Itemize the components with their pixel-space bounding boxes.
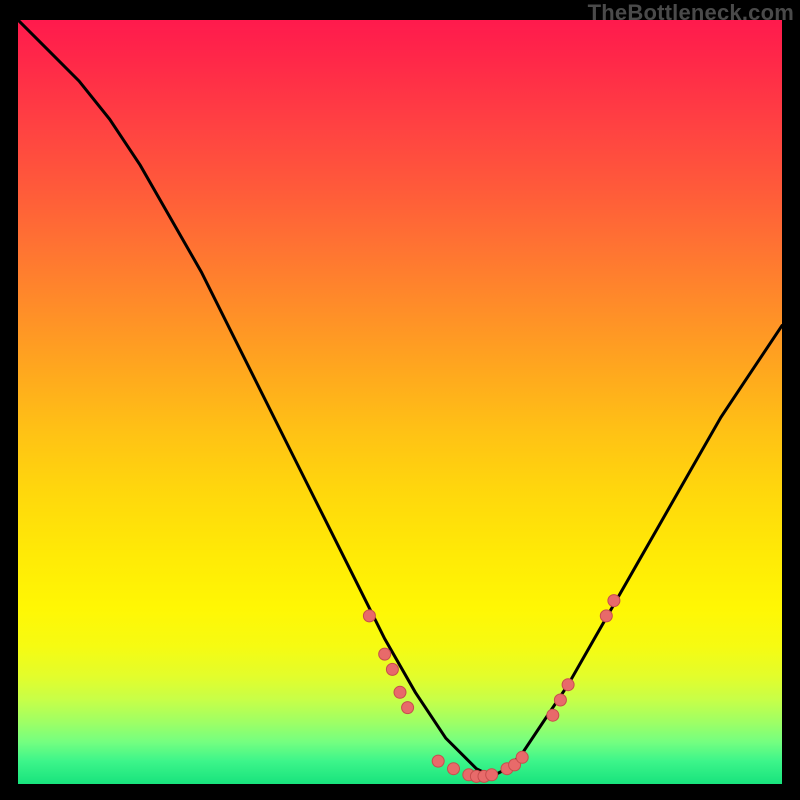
data-point-dot — [386, 663, 398, 675]
data-point-dot — [486, 769, 498, 781]
data-point-dot — [394, 686, 406, 698]
data-point-dot — [379, 648, 391, 660]
data-point-dot — [600, 610, 612, 622]
bottleneck-curve — [18, 20, 782, 776]
curve-svg — [18, 20, 782, 784]
data-point-dot — [562, 679, 574, 691]
watermark-text: TheBottleneck.com — [588, 0, 794, 26]
data-point-dot — [554, 694, 566, 706]
data-point-dot — [516, 751, 528, 763]
chart-frame — [18, 20, 782, 784]
data-point-dot — [432, 755, 444, 767]
data-point-dot — [402, 702, 414, 714]
data-point-dot — [608, 595, 620, 607]
data-point-dot — [363, 610, 375, 622]
data-point-dot — [448, 763, 460, 775]
data-point-dot — [547, 709, 559, 721]
